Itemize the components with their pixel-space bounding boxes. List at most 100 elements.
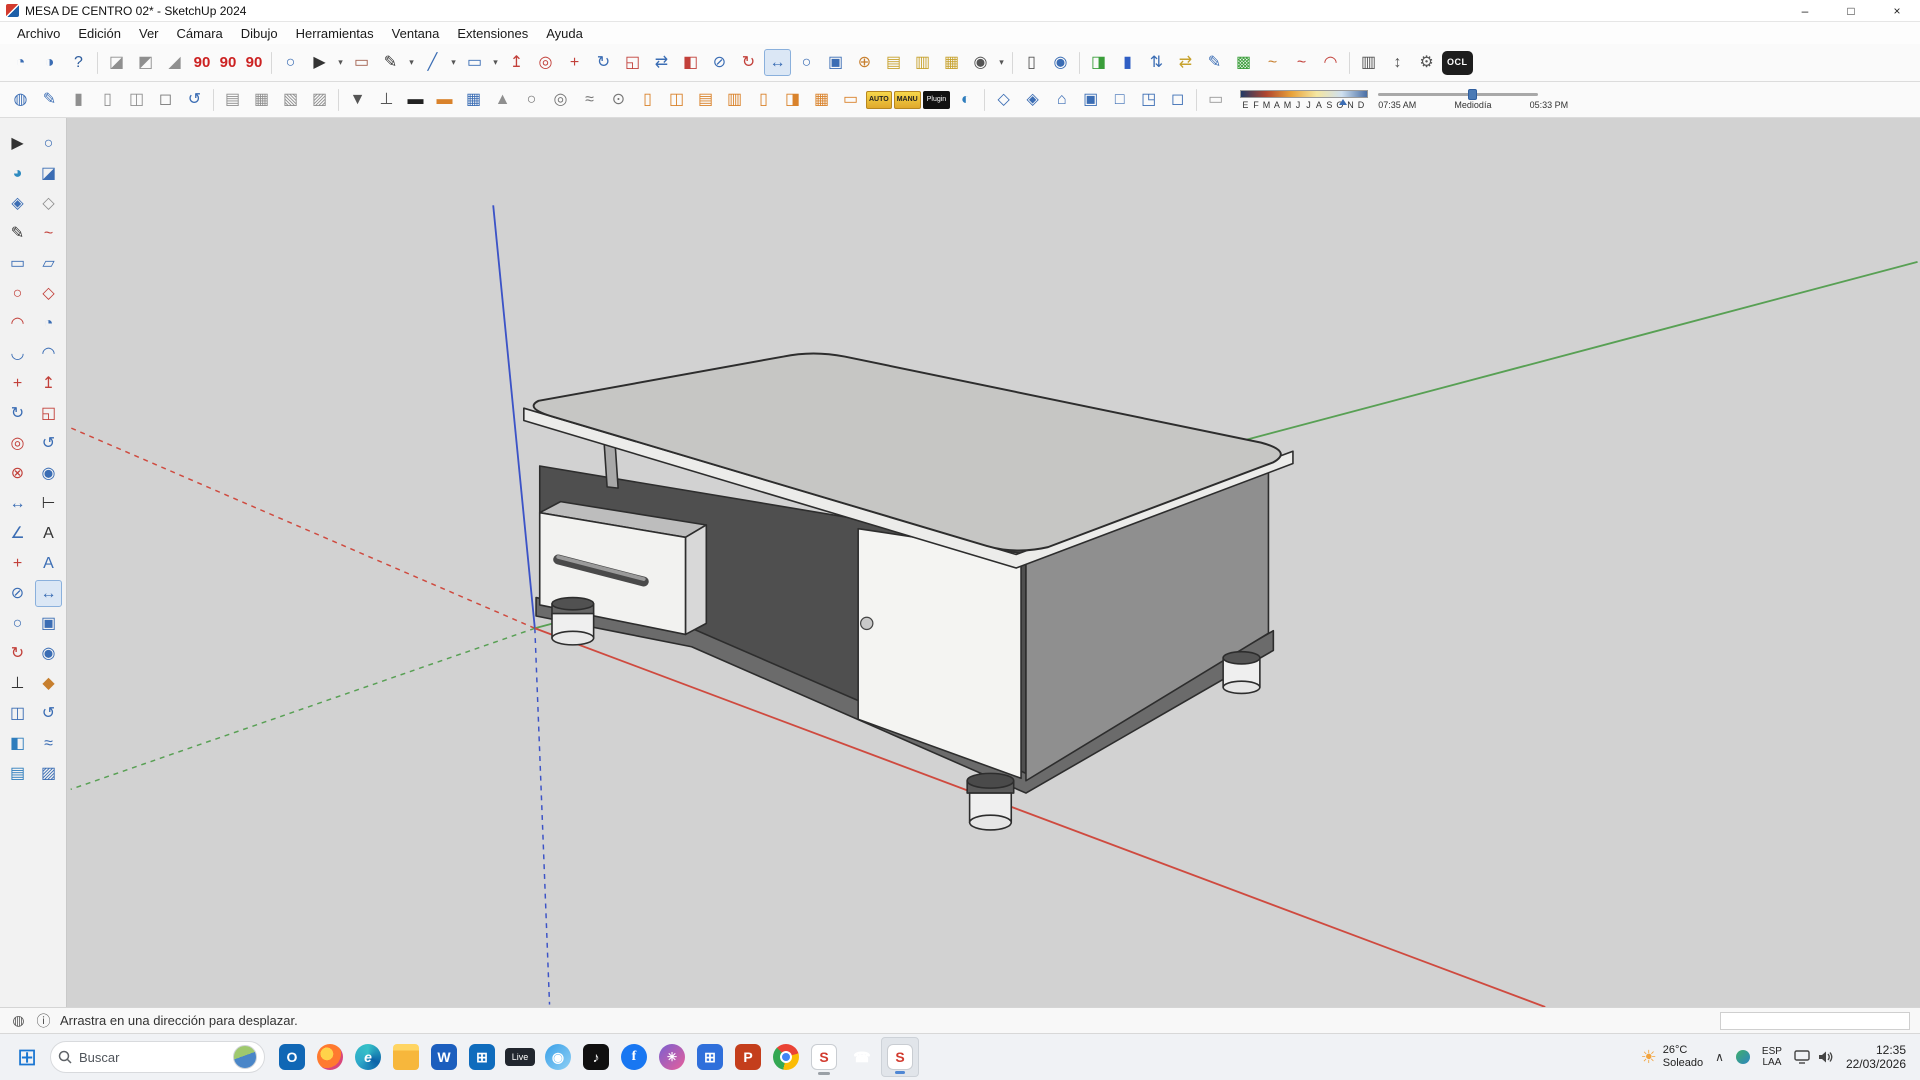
move-icon[interactable]: + — [561, 49, 588, 76]
zoom-icon[interactable]: ○ — [793, 49, 820, 76]
screen-dark-icon[interactable]: ▬ — [402, 86, 429, 113]
washer-icon[interactable]: ◎ — [547, 86, 574, 113]
msn-icon[interactable]: ✳ — [653, 1037, 691, 1077]
shadows-icon[interactable]: ◧ — [4, 730, 31, 757]
pan-icon[interactable]: ↔ — [35, 580, 62, 607]
shadow-date-slider-handle[interactable] — [1339, 99, 1347, 105]
dropdown-caret[interactable]: ▾ — [406, 49, 417, 76]
weather-widget[interactable]: ☀ 26°C Soleado — [1641, 1044, 1704, 1070]
columns-icon[interactable]: ▥ — [1355, 49, 1382, 76]
eraser-icon[interactable]: ◪ — [35, 160, 62, 187]
leg-front-center[interactable] — [967, 773, 1014, 830]
arc3-icon[interactable]: ◠ — [35, 340, 62, 367]
leg-right[interactable] — [1223, 652, 1260, 694]
look-around-icon[interactable]: ◉ — [35, 640, 62, 667]
chrome-icon[interactable] — [767, 1037, 805, 1077]
door-panel[interactable] — [858, 529, 1021, 779]
store-icon[interactable]: ⊞ — [463, 1037, 501, 1077]
sectionplane-icon[interactable]: ⊘ — [4, 580, 31, 607]
taskbar-search[interactable]: Buscar — [50, 1041, 265, 1073]
spring-icon[interactable]: ≈ — [576, 86, 603, 113]
month-a[interactable]: A — [1272, 100, 1283, 110]
walk-icon[interactable]: ⊥ — [4, 670, 31, 697]
shadow-time-slider-handle[interactable] — [1468, 89, 1477, 100]
scale-icon[interactable]: ◱ — [35, 400, 62, 427]
zoom-lens-icon[interactable]: ○ — [277, 49, 304, 76]
offset-icon[interactable]: ◎ — [532, 49, 559, 76]
layer-style2-icon[interactable]: ▥ — [909, 49, 936, 76]
layer-style-icon[interactable]: ▤ — [880, 49, 907, 76]
menu-item-ayuda[interactable]: Ayuda — [537, 24, 592, 43]
windows-apps-icon[interactable]: ⊞ — [691, 1037, 729, 1077]
folder-icon[interactable] — [387, 1037, 425, 1077]
cabinet-icon[interactable]: ▥ — [721, 86, 748, 113]
offset-icon[interactable]: ◎ — [4, 430, 31, 457]
soften-edge-icon[interactable]: ◪ — [103, 49, 130, 76]
month-e[interactable]: E — [1240, 100, 1251, 110]
style-half-icon[interactable]: ◑ — [36, 49, 63, 76]
menu-item-dibujo[interactable]: Dibujo — [232, 24, 287, 43]
menu-item-ventana[interactable]: Ventana — [383, 24, 449, 43]
clock[interactable]: 12:35 22/03/2026 — [1846, 1043, 1906, 1072]
text-icon[interactable]: A — [35, 520, 62, 547]
wedge-icon[interactable]: ◇ — [35, 190, 62, 217]
box-open-icon[interactable]: □ — [1106, 86, 1133, 113]
bottles-icon[interactable]: ▯ — [634, 86, 661, 113]
minimize-button[interactable]: – — [1782, 0, 1828, 21]
angle-value-3[interactable]: 90 — [242, 49, 266, 76]
hinge-icon[interactable]: ◫ — [663, 86, 690, 113]
auto-badge[interactable]: AUTO — [866, 91, 892, 109]
menu-item-camara[interactable]: Cámara — [168, 24, 232, 43]
month-f[interactable]: F — [1251, 100, 1262, 110]
powerpoint-icon[interactable]: P — [729, 1037, 767, 1077]
rotated-rectangle-icon[interactable]: ▱ — [35, 250, 62, 277]
shape-icon[interactable]: ▭ — [461, 49, 488, 76]
start-button[interactable]: ⊞ — [8, 1037, 46, 1077]
photos-icon[interactable]: ◉ — [539, 1037, 577, 1077]
arc2-icon[interactable]: ◡ — [4, 340, 31, 367]
pin-icon[interactable]: ▼ — [344, 86, 371, 113]
circle-icon[interactable]: ○ — [4, 280, 31, 307]
date-panel-icon[interactable]: ▭ — [1202, 86, 1229, 113]
position-camera-icon[interactable]: ⊕ — [851, 49, 878, 76]
live-badge[interactable]: Live — [501, 1037, 539, 1077]
table-grid-icon[interactable]: ▦ — [460, 86, 487, 113]
dropdown-caret[interactable]: ▾ — [448, 49, 459, 76]
zoom-window-icon[interactable]: ▣ — [35, 610, 62, 637]
pushpull-icon[interactable]: ↥ — [503, 49, 530, 76]
mug-icon[interactable]: ◨ — [779, 86, 806, 113]
curve-tool-icon[interactable]: ~ — [1259, 49, 1286, 76]
globe-icon[interactable]: ◐ — [952, 86, 979, 113]
word-icon[interactable]: W — [425, 1037, 463, 1077]
zoom-window-icon[interactable]: ▣ — [822, 49, 849, 76]
measurements-box[interactable] — [1720, 1012, 1910, 1030]
arc-icon[interactable]: ◠ — [4, 310, 31, 337]
style-pencil-icon[interactable]: ✎ — [36, 86, 63, 113]
pushpull-icon[interactable]: ↥ — [35, 370, 62, 397]
corner-icon[interactable]: ◳ — [1135, 86, 1162, 113]
flip-icon[interactable]: ⇄ — [648, 49, 675, 76]
curve2-tool-icon[interactable]: ~ — [1288, 49, 1315, 76]
angle-value-1[interactable]: 90 — [190, 49, 214, 76]
roof-icon[interactable]: ⌂ — [1048, 86, 1075, 113]
sort-asc-icon[interactable]: ⇅ — [1143, 49, 1170, 76]
model-canvas[interactable] — [67, 118, 1920, 1007]
jars-icon[interactable]: ▯ — [750, 86, 777, 113]
maximize-button[interactable]: □ — [1828, 0, 1874, 21]
box-grid-icon[interactable]: ◈ — [1019, 86, 1046, 113]
component-icon[interactable]: ◈ — [4, 190, 31, 217]
frame-icon[interactable]: ◻ — [152, 86, 179, 113]
search-highlight-image[interactable] — [233, 1045, 257, 1069]
styles-stack-icon[interactable]: ▦ — [938, 49, 965, 76]
menu-item-extensiones[interactable]: Extensiones — [448, 24, 537, 43]
valve-icon[interactable]: ⊙ — [605, 86, 632, 113]
new-doc-icon[interactable]: ▯ — [1018, 49, 1045, 76]
ocl-badge[interactable]: OCL — [1442, 51, 1473, 75]
info-icon[interactable]: ⓘ — [35, 1012, 52, 1029]
drawer-side[interactable] — [685, 525, 706, 634]
shadow-time-slider[interactable] — [1378, 93, 1538, 96]
line-icon[interactable]: ╱ — [419, 49, 446, 76]
lasso-tool-icon[interactable]: ◠ — [1317, 49, 1344, 76]
chamfer-icon[interactable]: ◢ — [161, 49, 188, 76]
month-j[interactable]: J — [1303, 100, 1314, 110]
